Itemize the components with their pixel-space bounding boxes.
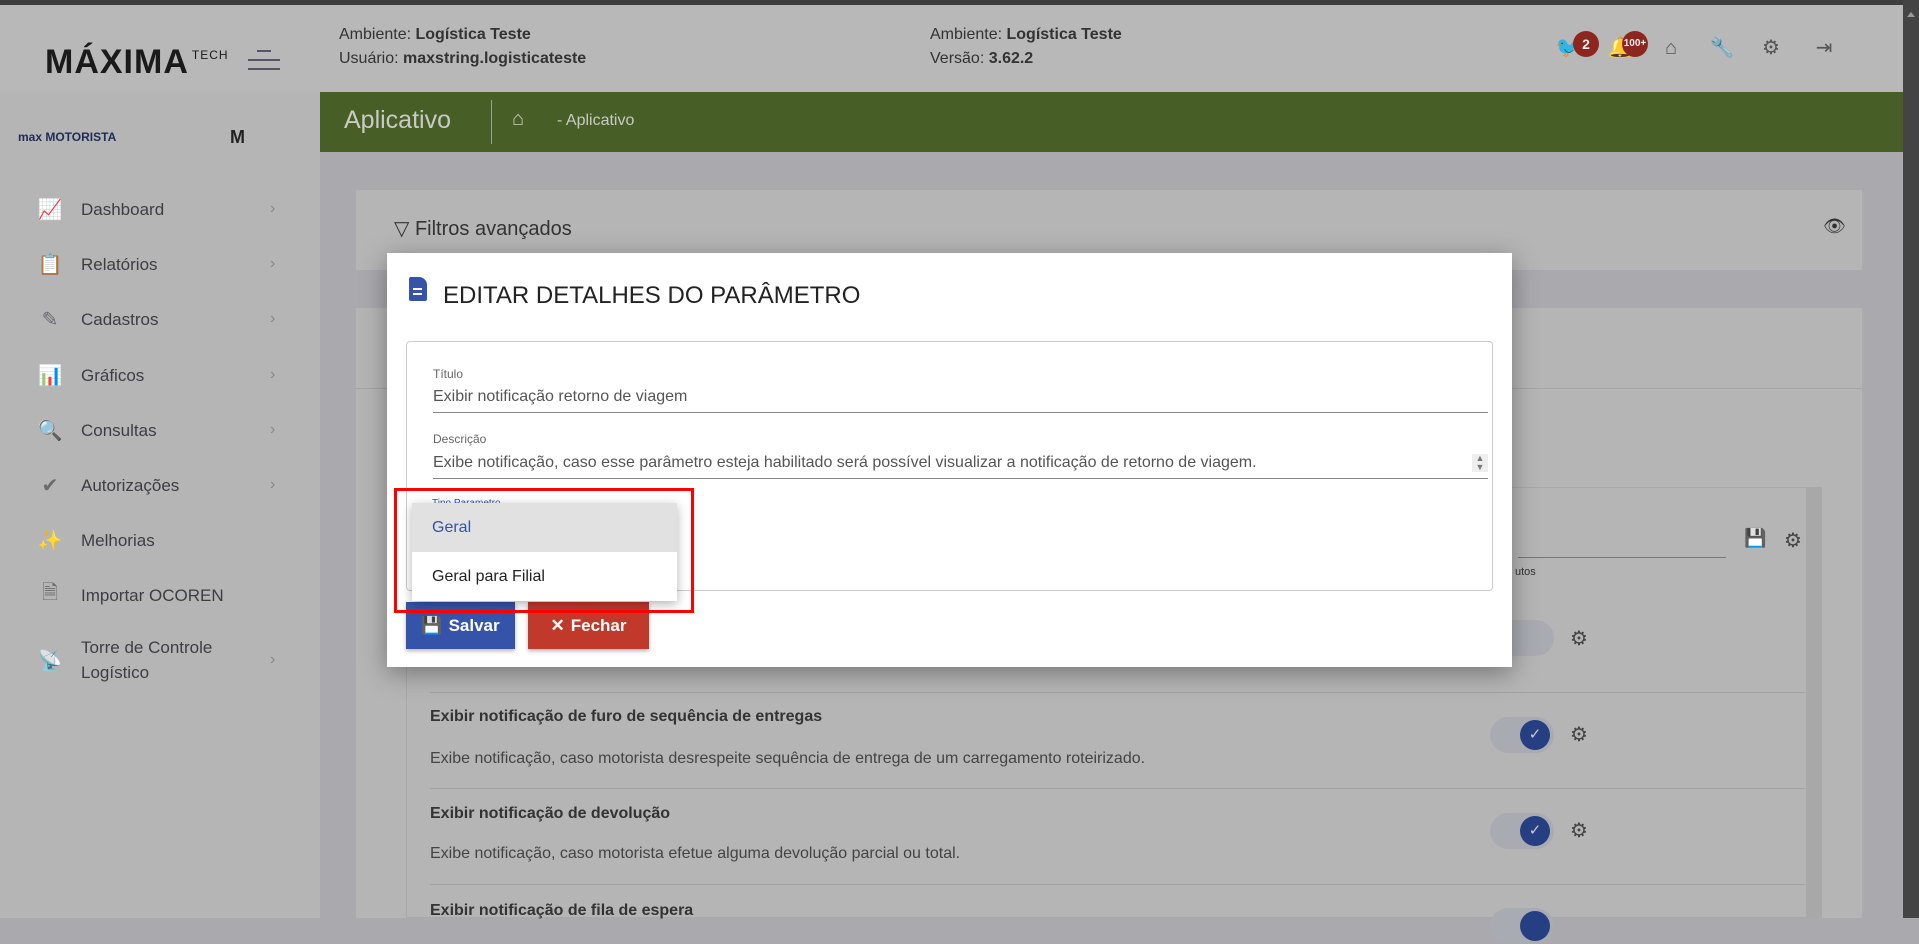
modal-title: EDITAR DETALHES DO PARÂMETRO xyxy=(443,282,861,309)
row-title: Exibir notificação de furo de sequência … xyxy=(430,708,823,725)
top-header: MÁXIMA TECH Ambiente: Logística Teste Usu… xyxy=(0,5,1903,92)
floppy-icon: 💾 xyxy=(421,615,443,635)
chevron-right-icon: › xyxy=(270,200,276,217)
wrench-icon[interactable]: 🔧 xyxy=(1709,35,1735,61)
logout-icon[interactable]: ⇥ xyxy=(1811,35,1837,61)
sidebar-item-graficos[interactable]: 📊 Gráficos › xyxy=(0,355,320,395)
home-icon[interactable]: ⌂ xyxy=(1658,35,1684,61)
chevron-right-icon: › xyxy=(270,255,276,272)
page-header-bar: Aplicativo ⌂ - Aplicativo xyxy=(320,92,1903,152)
antenna-icon: 📡 xyxy=(37,649,63,672)
sidebar-item-importar-ocoren[interactable]: 🗎 Importar OCOREN xyxy=(0,575,320,615)
scroll-up-arrow-icon[interactable] xyxy=(1907,12,1915,17)
row-gear-icon[interactable]: ⚙ xyxy=(1570,722,1588,747)
row-divider xyxy=(430,788,1805,789)
save-icon[interactable]: 💾 xyxy=(1744,528,1766,549)
row-divider xyxy=(430,884,1805,885)
bar-chart-icon: 📊 xyxy=(37,364,63,387)
menu-toggle-icon[interactable] xyxy=(248,43,280,77)
sidebar-item-torre-de-controle[interactable]: 📡 Torre de Controle Logístico › xyxy=(0,630,320,690)
sidebar-item-autorizacoes[interactable]: ✔ Autorizações › xyxy=(0,465,320,505)
breadcrumb: - Aplicativo xyxy=(557,112,635,129)
sidebar-item-dashboard[interactable]: 📈 Dashboard › xyxy=(0,189,320,229)
document-icon: 🗎 xyxy=(41,582,59,604)
environment-info: Ambiente: Logística Teste Usuário: maxst… xyxy=(339,26,587,67)
chevron-right-icon: › xyxy=(270,421,276,438)
pencil-icon: ✎ xyxy=(41,308,59,331)
check-icon: ✓ xyxy=(1520,720,1550,750)
chart-board-icon: 📈 xyxy=(37,198,63,221)
page-scrollbar[interactable] xyxy=(1903,0,1919,918)
search-icon: 🔍 xyxy=(37,419,63,442)
page-title: Aplicativo xyxy=(344,106,451,134)
row-title: Exibir notificação de devolução xyxy=(430,805,671,822)
filter-icon: ▽ xyxy=(394,218,410,240)
titulo-input[interactable]: Exibir notificação retorno de viagem xyxy=(433,388,1488,413)
check-icon: ✓ xyxy=(1520,816,1550,846)
titulo-label: Título xyxy=(433,367,464,381)
row-title: Exibir notificação de fila de espera xyxy=(430,902,694,919)
highlight-annotation-box xyxy=(394,488,694,613)
row-gear-icon[interactable]: ⚙ xyxy=(1570,626,1588,651)
chevron-right-icon: › xyxy=(270,366,276,383)
resize-spinner-icon[interactable]: ▲ ▼ xyxy=(1472,454,1488,472)
chevron-right-icon: › xyxy=(270,476,276,493)
row-gear-icon[interactable]: ⚙ xyxy=(1570,818,1588,843)
toggle-switch[interactable]: ✓ xyxy=(1490,813,1554,849)
row-description: Exibe notificação, caso motorista desres… xyxy=(430,750,1146,767)
chevron-right-icon: › xyxy=(270,310,276,327)
column-header: utos xyxy=(1515,566,1536,578)
row-divider xyxy=(430,692,1805,693)
descricao-label: Descrição xyxy=(433,432,487,446)
magic-wand-icon: ✨ xyxy=(37,529,63,552)
settings-gear-icon[interactable]: ⚙ xyxy=(1784,528,1802,553)
chevron-right-icon: › xyxy=(270,651,276,668)
search-input-underline[interactable] xyxy=(1518,557,1726,558)
filters-title[interactable]: ▽ Filtros avançados xyxy=(394,216,572,241)
row-description: Exibe notificação, caso motorista efetue… xyxy=(430,845,961,862)
eye-icon[interactable]: 👁 xyxy=(1823,216,1846,237)
gear-icon[interactable]: ⚙ xyxy=(1758,35,1784,61)
sidebar-item-consultas[interactable]: 🔍 Consultas › xyxy=(0,410,320,450)
document-icon xyxy=(409,277,427,301)
version-info: Ambiente: Logística Teste Versão: 3.62.2 xyxy=(930,26,1122,67)
toggle-switch[interactable] xyxy=(1490,908,1554,944)
sidebar-item-relatorios[interactable]: 📋 Relatórios › xyxy=(0,244,320,284)
sidebar-item-cadastros[interactable]: ✎ Cadastros › xyxy=(0,299,320,339)
max-motorista-logo: max MOTORISTA xyxy=(18,130,117,144)
sidebar-item-melhorias[interactable]: ✨ Melhorias xyxy=(0,520,320,560)
m-logo: M xyxy=(230,127,245,147)
bell-icon[interactable]: 🔔 100+ xyxy=(1607,31,1648,61)
bird-badge: 2 xyxy=(1573,31,1599,57)
clipboard-icon: 📋 xyxy=(37,253,63,276)
close-icon: ✕ xyxy=(550,615,565,635)
maxima-tech-logo: MÁXIMA TECH xyxy=(45,43,229,81)
double-check-icon: ✔ xyxy=(41,474,59,497)
descricao-textarea[interactable]: Exibe notificação, caso esse parâmetro e… xyxy=(433,454,1488,479)
bell-badge: 100+ xyxy=(1622,31,1648,57)
sidebar: max MOTORISTA M 📈 Dashboard › 📋 Relatórios ›… xyxy=(0,92,320,918)
list-scrollbar[interactable] xyxy=(1806,487,1822,918)
breadcrumb-home-icon[interactable]: ⌂ xyxy=(512,108,524,131)
toggle-switch[interactable]: ✓ xyxy=(1490,717,1554,753)
divider xyxy=(491,100,492,144)
bird-icon[interactable]: 🐦 2 xyxy=(1555,31,1599,61)
